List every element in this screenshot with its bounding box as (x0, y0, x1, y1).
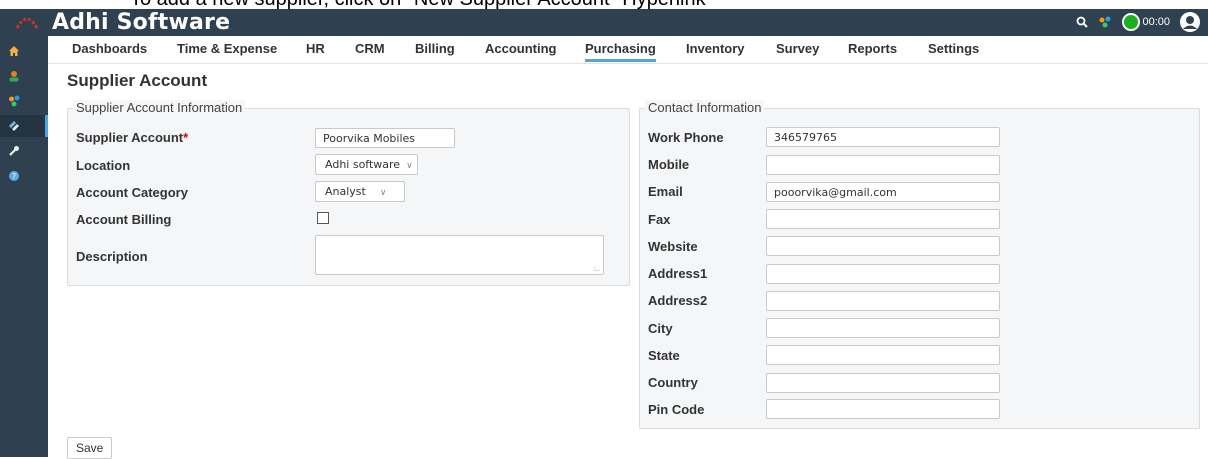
nav-crm[interactable]: CRM (355, 41, 385, 56)
home-icon (9, 46, 19, 56)
help-icon: ? (9, 171, 19, 181)
nav-survey[interactable]: Survey (776, 41, 819, 56)
chevron-down-icon: ∨ (406, 161, 413, 171)
email-input[interactable]: pooorvika@gmail.com (766, 182, 1000, 202)
mobile-label: Mobile (648, 157, 690, 172)
address2-label: Address2 (648, 293, 708, 308)
fax-label: Fax (648, 212, 671, 227)
supplier-account-label-text: Supplier Account (76, 130, 184, 145)
apps-icon[interactable] (1098, 16, 1112, 28)
top-bar: Adhi Software 00:00 (0, 9, 1208, 36)
tutorial-caption-text: To add a new supplier, click on "New Sup… (130, 0, 706, 9)
email-label: Email (648, 184, 683, 199)
apps-icon (9, 95, 20, 107)
account-category-select[interactable]: Analyst ∨ (315, 181, 405, 202)
nav-purchasing[interactable]: Purchasing (585, 41, 656, 62)
nav-inventory[interactable]: Inventory (686, 41, 745, 56)
sidebar-item-user[interactable] (0, 65, 48, 87)
required-mark: * (183, 130, 189, 145)
address1-input[interactable] (766, 264, 1000, 284)
country-label: Country (648, 375, 698, 390)
brand-name: Adhi Software (52, 10, 231, 35)
purchasing-icon (9, 121, 19, 131)
address1-label: Address1 (648, 266, 708, 281)
supplier-info-legend: Supplier Account Information (73, 100, 246, 115)
top-icons: 00:00 (1076, 12, 1200, 32)
account-category-select-value: Analyst (325, 185, 366, 198)
pin-code-input[interactable] (766, 399, 1000, 419)
country-input[interactable] (766, 373, 1000, 393)
supplier-account-label: Supplier Account* (76, 130, 188, 145)
pin-code-label: Pin Code (648, 402, 705, 417)
sidebar-item-home[interactable] (0, 40, 48, 62)
address2-input[interactable] (766, 291, 1000, 311)
supplier-account-input[interactable]: Poorvika Mobiles (315, 128, 455, 148)
search-icon[interactable] (1076, 16, 1089, 28)
timer[interactable]: 00:00 (1122, 13, 1170, 31)
city-input[interactable] (766, 318, 1000, 338)
work-phone-label: Work Phone (648, 130, 724, 145)
mobile-input[interactable] (766, 155, 1000, 175)
nav-time-expense[interactable]: Time & Expense (177, 41, 277, 56)
user-icon (9, 71, 19, 82)
svg-text:?: ? (12, 172, 16, 181)
website-label: Website (648, 239, 698, 254)
sidebar: ? (0, 36, 48, 457)
sidebar-item-help[interactable]: ? (0, 165, 48, 187)
city-label: City (648, 321, 673, 336)
sidebar-item-settings[interactable] (0, 140, 48, 162)
page-title: Supplier Account (67, 71, 208, 90)
save-button[interactable]: Save (67, 437, 113, 459)
timer-value: 00:00 (1142, 16, 1170, 28)
sidebar-item-purchasing[interactable] (0, 115, 48, 137)
fax-input[interactable] (766, 209, 1000, 229)
user-avatar-icon[interactable] (1180, 12, 1200, 32)
state-label: State (648, 348, 680, 363)
nav-settings[interactable]: Settings (928, 41, 979, 56)
resize-handle-icon[interactable]: ∟ (593, 264, 601, 273)
account-billing-label: Account Billing (76, 212, 172, 227)
timer-status-icon (1122, 13, 1141, 31)
tutorial-caption: To add a new supplier, click on "New Sup… (0, 0, 1208, 9)
location-label: Location (76, 158, 131, 173)
main-nav: Dashboards Time & Expense HR CRM Billing… (48, 36, 1208, 64)
contact-info-legend: Contact Information (645, 100, 765, 115)
nav-hr[interactable]: HR (306, 41, 325, 56)
chevron-down-icon: ∨ (379, 188, 387, 198)
work-phone-input[interactable]: 346579765 (766, 127, 1000, 147)
website-input[interactable] (766, 236, 1000, 256)
state-input[interactable] (766, 345, 1000, 365)
logo-icon (15, 17, 39, 29)
location-select[interactable]: Adhi software ∨ (315, 154, 418, 175)
wrench-icon (9, 146, 19, 156)
nav-dashboards[interactable]: Dashboards (72, 41, 147, 56)
nav-reports[interactable]: Reports (848, 41, 897, 56)
sidebar-item-apps[interactable] (0, 90, 48, 112)
description-label: Description (76, 249, 148, 264)
nav-billing[interactable]: Billing (415, 41, 455, 56)
location-select-value: Adhi software (325, 158, 401, 171)
account-billing-checkbox[interactable] (317, 212, 329, 224)
nav-accounting[interactable]: Accounting (485, 41, 557, 56)
account-category-label: Account Category (76, 185, 188, 200)
description-textarea[interactable]: ∟ (315, 235, 604, 275)
